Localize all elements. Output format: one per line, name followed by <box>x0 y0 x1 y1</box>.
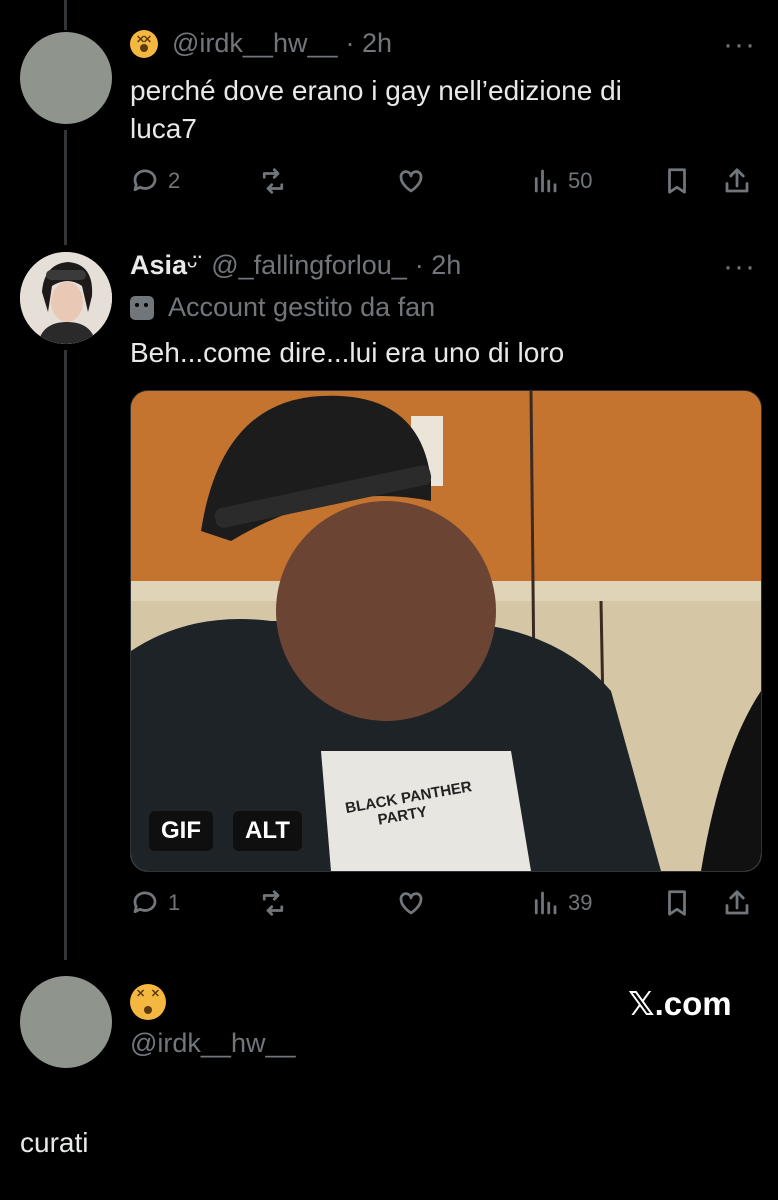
handle[interactable]: @irdk__hw__ <box>130 1028 296 1059</box>
retweet-button[interactable] <box>258 166 288 196</box>
share-icon <box>725 168 749 193</box>
reply-count: 2 <box>168 168 181 193</box>
thread-line-1 <box>64 130 67 245</box>
reply-button[interactable]: 1 <box>130 888 180 918</box>
retweet-button[interactable] <box>258 888 288 918</box>
tweet-text-line: perché dove erano i gay nell’edizione di <box>130 75 622 106</box>
gif-badge[interactable]: GIF <box>149 811 213 851</box>
display-name-text: Asia <box>130 250 188 280</box>
handle[interactable]: @_fallingforlou_ <box>211 250 407 281</box>
avatar-photo <box>20 252 112 344</box>
reply-icon <box>133 169 157 192</box>
bookmark-button[interactable] <box>662 166 692 196</box>
timestamp[interactable]: · 2h <box>346 28 393 59</box>
dizzy-face-emoji-icon <box>130 29 158 58</box>
avatar[interactable] <box>20 32 112 124</box>
tweet-text: perché dove erano i gay nell’edizione di… <box>130 72 622 148</box>
retweet-icon <box>262 168 284 194</box>
retweet-icon <box>262 890 284 916</box>
tweet-header: @irdk__hw__ · 2h <box>130 28 392 59</box>
reply-count: 1 <box>168 890 181 915</box>
fan-account-label: Account gestito da fan <box>130 292 435 323</box>
bookmark-icon <box>668 168 686 194</box>
tweet-text: curati <box>20 1127 89 1158</box>
display-name-suffix: ᵕ̈ <box>187 250 198 280</box>
fan-label-text: Account gestito da fan <box>168 292 436 322</box>
heart-icon <box>399 170 423 193</box>
views-icon <box>534 169 557 193</box>
bookmark-icon <box>668 890 686 916</box>
emoji-row <box>130 984 180 1020</box>
handle-row: @irdk__hw__ <box>130 1028 296 1059</box>
bookmark-button[interactable] <box>662 888 692 918</box>
dizzy-face-emoji-icon <box>130 984 166 1020</box>
avatar[interactable] <box>20 976 112 1068</box>
tweet-header: Asiaᵕ̈ @_fallingforlou_ · 2h <box>130 250 461 281</box>
heart-icon <box>399 892 423 915</box>
handle[interactable]: @irdk__hw__ <box>172 28 338 59</box>
gif-media[interactable]: BLACK PANTHER PARTY GIF ALT <box>130 390 762 872</box>
x-logo-icon: 𝕏 <box>628 984 655 1023</box>
watermark-text: .com <box>654 985 732 1022</box>
thread-line-2 <box>64 350 67 960</box>
share-icon <box>725 890 749 915</box>
action-bar: 2 50 <box>130 166 760 206</box>
like-button[interactable] <box>396 166 426 196</box>
views-button[interactable]: 50 <box>530 166 592 196</box>
tweet-text: Beh...come dire...lui era uno di loro <box>130 337 565 368</box>
timestamp[interactable]: · 2h <box>415 250 462 281</box>
like-button[interactable] <box>396 888 426 918</box>
x-com-watermark: 𝕏.com <box>628 984 732 1023</box>
thread-line-top <box>64 0 67 30</box>
share-button[interactable] <box>722 166 752 196</box>
action-bar: 1 39 <box>130 888 760 928</box>
views-count: 50 <box>568 168 593 193</box>
more-options-icon[interactable]: ··· <box>723 28 756 62</box>
reply-icon <box>133 891 157 914</box>
tweet-text-line: luca7 <box>130 113 197 144</box>
more-options-icon[interactable]: ··· <box>723 250 756 284</box>
views-icon <box>534 891 557 915</box>
views-count: 39 <box>568 890 593 915</box>
display-name[interactable]: Asiaᵕ̈ <box>130 250 197 281</box>
reply-button[interactable]: 2 <box>130 166 180 196</box>
share-button[interactable] <box>722 888 752 918</box>
views-button[interactable]: 39 <box>530 888 592 918</box>
theater-mask-icon <box>130 295 154 320</box>
avatar[interactable] <box>20 252 112 344</box>
alt-badge[interactable]: ALT <box>233 811 302 851</box>
